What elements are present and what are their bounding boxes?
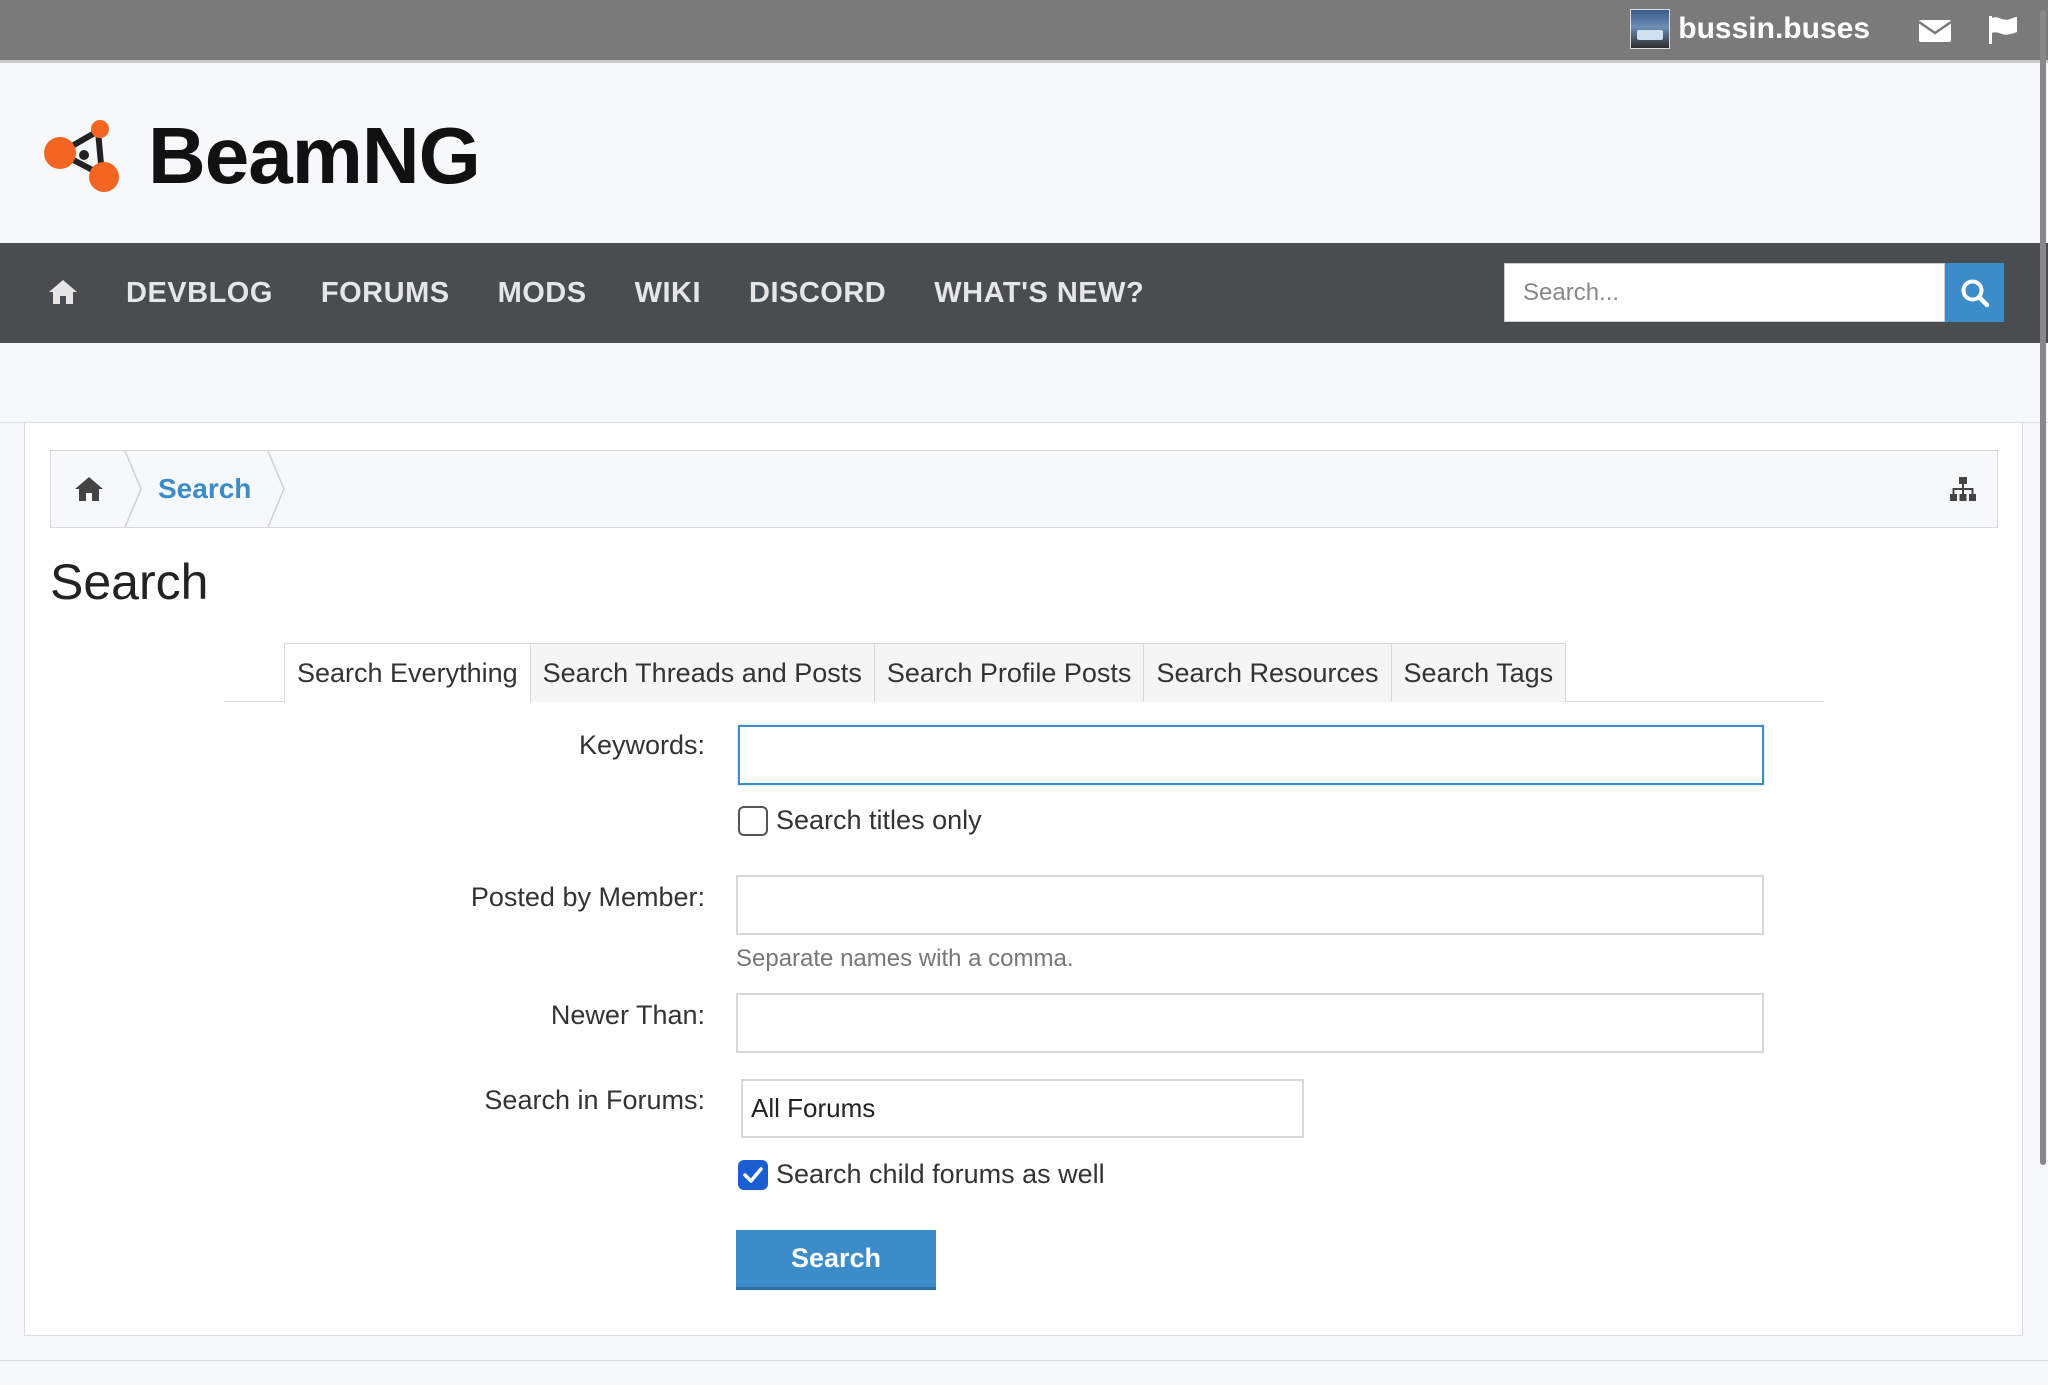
site-header: BeamNG xyxy=(0,66,2048,243)
nav-item-forums[interactable]: FORUMS xyxy=(321,277,450,310)
tab-search-tags[interactable]: Search Tags xyxy=(1391,643,1567,702)
titles-only-label: Search titles only xyxy=(776,805,982,835)
nav-search xyxy=(1504,263,2004,322)
nav-item-whats-new[interactable]: WHAT'S NEW? xyxy=(934,277,1144,310)
divider xyxy=(0,1360,2048,1361)
member-hint: Separate names with a comma. xyxy=(736,945,1074,972)
breadcrumb-current[interactable]: Search xyxy=(158,451,251,527)
keywords-input[interactable] xyxy=(738,725,1764,785)
child-forums-label: Search child forums as well xyxy=(776,1159,1105,1189)
member-input[interactable] xyxy=(736,875,1764,935)
breadcrumb: Search xyxy=(50,450,1998,528)
search-tabs: Search Everything Search Threads and Pos… xyxy=(284,643,1567,703)
site-logo[interactable]: BeamNG xyxy=(42,110,481,202)
titles-only-option[interactable]: Search titles only xyxy=(738,805,982,836)
logo-text: BeamNG xyxy=(148,111,481,200)
user-bar: bussin.buses xyxy=(0,0,2048,63)
user-menu[interactable]: bussin.buses xyxy=(1630,9,1870,49)
beamng-node-logo xyxy=(44,120,119,192)
flag-icon[interactable] xyxy=(1986,13,2020,52)
tab-search-resources[interactable]: Search Resources xyxy=(1144,643,1392,702)
tab-search-everything[interactable]: Search Everything xyxy=(284,643,531,703)
newer-than-label: Newer Than: xyxy=(550,1000,705,1030)
nav-item-devblog[interactable]: DEVBLOG xyxy=(126,277,273,310)
envelope-icon[interactable] xyxy=(1918,13,1952,52)
keywords-label: Keywords: xyxy=(578,730,705,760)
sitemap-icon[interactable] xyxy=(1949,476,1977,507)
username[interactable]: bussin.buses xyxy=(1678,12,1870,46)
search-submit-button[interactable]: Search xyxy=(736,1230,936,1290)
tab-search-threads-posts[interactable]: Search Threads and Posts xyxy=(530,643,875,702)
tab-search-profile-posts[interactable]: Search Profile Posts xyxy=(874,643,1145,702)
member-label: Posted by Member: xyxy=(470,882,705,912)
home-icon[interactable] xyxy=(48,278,78,311)
forums-label: Search in Forums: xyxy=(484,1085,705,1115)
search-button[interactable] xyxy=(1945,263,2004,322)
sub-nav-strip xyxy=(0,343,2048,423)
nav-search-input[interactable] xyxy=(1504,263,1945,322)
checkmark-icon xyxy=(743,1166,763,1183)
nav-item-mods[interactable]: MODS xyxy=(498,277,587,310)
breadcrumb-separator xyxy=(267,451,285,527)
breadcrumb-separator xyxy=(124,451,142,527)
child-forums-checkbox[interactable] xyxy=(738,1159,768,1190)
avatar[interactable] xyxy=(1630,9,1671,49)
child-forums-option[interactable]: Search child forums as well xyxy=(738,1159,1105,1190)
forums-select-value: All Forums xyxy=(751,1093,876,1123)
search-icon xyxy=(1961,279,1989,307)
nav-item-discord[interactable]: DISCORD xyxy=(749,277,886,310)
breadcrumb-home-icon[interactable] xyxy=(51,451,127,527)
nav-items: DEVBLOG FORUMS MODS WIKI DISCORD WHAT'S … xyxy=(126,243,1144,343)
forums-select[interactable]: All Forums xyxy=(741,1079,1304,1138)
titles-only-checkbox[interactable] xyxy=(738,805,768,836)
page-title: Search xyxy=(50,554,209,610)
page-scrollbar[interactable] xyxy=(2040,10,2046,1165)
newer-than-input[interactable] xyxy=(736,993,1764,1053)
nav-item-wiki[interactable]: WIKI xyxy=(635,277,701,310)
